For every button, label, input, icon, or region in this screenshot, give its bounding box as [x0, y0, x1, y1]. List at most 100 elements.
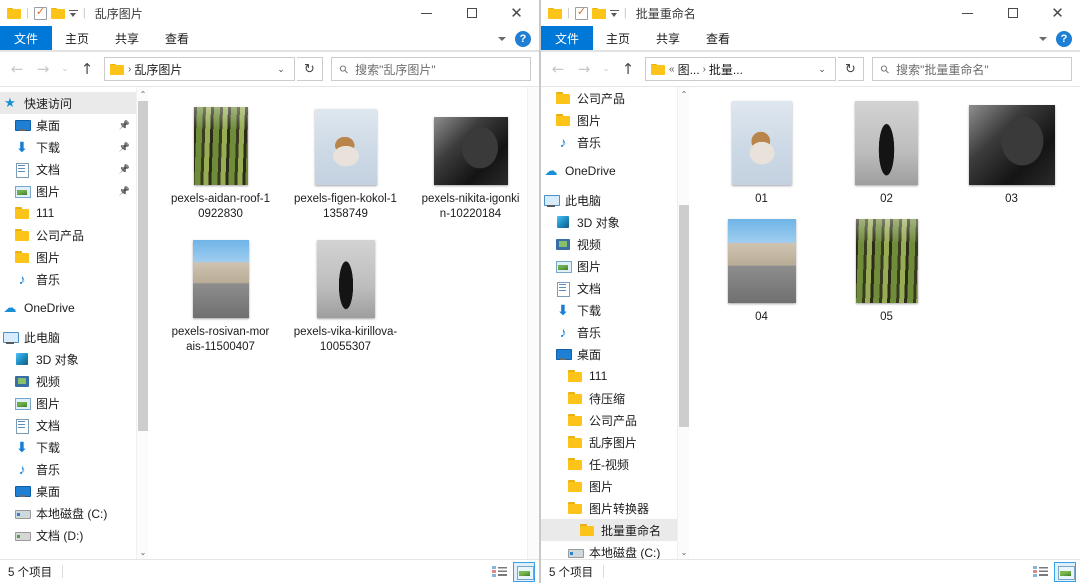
large-icons-view-button[interactable] — [513, 561, 535, 582]
sidebar-item-13[interactable]: 待压缩 — [541, 387, 677, 409]
properties-icon[interactable] — [33, 5, 47, 20]
customize-toolbar-icon[interactable] — [609, 8, 619, 19]
sidebar-item-14[interactable]: 公司产品 — [541, 409, 677, 431]
help-icon[interactable]: ? — [1056, 30, 1072, 47]
breadcrumb-item[interactable]: 批量... — [709, 61, 743, 78]
tab-view[interactable]: 查看 — [693, 26, 743, 51]
customize-toolbar-icon[interactable] — [68, 8, 78, 19]
file-grid-pane-right[interactable]: 01 02 03 04 05 — [689, 87, 1080, 559]
sidebar-item-14[interactable]: 文档 — [0, 414, 136, 436]
sidebar-item-0[interactable]: ★ 快速访问 — [0, 92, 136, 114]
search-input[interactable]: ⚲ 搜索"乱序图片" — [331, 57, 531, 81]
close-button[interactable]: ✕ — [1035, 0, 1080, 26]
file-item[interactable]: pexels-figen-kokol-11358749 — [283, 99, 408, 222]
title-bar[interactable]: | | 批量重命名 ✕ — [541, 0, 1080, 26]
tab-home[interactable]: 主页 — [593, 26, 643, 51]
file-item[interactable]: pexels-nikita-igonkin-10220184 — [408, 99, 533, 222]
file-item[interactable]: pexels-vika-kirillova-10055307 — [283, 232, 408, 355]
tab-share[interactable]: 共享 — [102, 26, 152, 51]
sidebar-item-11[interactable]: 桌面 — [541, 343, 677, 365]
sidebar-item-7[interactable]: 图片 — [0, 246, 136, 268]
scrollbar-thumb[interactable] — [138, 101, 148, 431]
title-bar[interactable]: | | 乱序图片 ✕ — [0, 0, 539, 26]
sidebar-item-4[interactable]: 此电脑 — [541, 189, 677, 211]
sidebar-item-11[interactable]: 3D 对象 — [0, 348, 136, 370]
sidebar-item-0[interactable]: 公司产品 — [541, 87, 677, 109]
file-item[interactable]: 01 — [699, 99, 824, 207]
file-item[interactable]: 05 — [824, 217, 949, 325]
maximize-button[interactable] — [449, 0, 494, 26]
properties-icon[interactable] — [574, 5, 588, 20]
chevron-down-icon[interactable] — [1039, 36, 1047, 41]
nav-scrollbar-right[interactable]: ⌃ ⌄ — [677, 87, 689, 559]
breadcrumb-overflow[interactable]: « — [669, 64, 675, 75]
sidebar-item-19[interactable]: 批量重命名 — [541, 519, 677, 541]
content-scrollbar-left[interactable] — [527, 87, 539, 559]
sidebar-item-15[interactable]: ⬇ 下载 — [0, 436, 136, 458]
pin-icon[interactable]: 📌 — [119, 164, 130, 175]
pin-icon[interactable]: 📌 — [119, 142, 130, 153]
folder-icon[interactable] — [548, 7, 562, 19]
sidebar-item-15[interactable]: 乱序图片 — [541, 431, 677, 453]
sidebar-item-8[interactable]: 文档 — [541, 277, 677, 299]
breadcrumb[interactable]: › 乱序图片 ⌄ — [104, 57, 295, 81]
sidebar-item-3[interactable]: 文档 📌 — [0, 158, 136, 180]
sidebar-item-18[interactable]: 本地磁盘 (C:) — [0, 502, 136, 524]
tab-file[interactable]: 文件 — [541, 26, 594, 51]
maximize-button[interactable] — [990, 0, 1035, 26]
file-grid-pane-left[interactable]: pexels-aidan-roof-10922830 pexels-figen-k… — [148, 87, 539, 559]
sidebar-item-12[interactable]: 111 — [541, 365, 677, 387]
chevron-down-icon[interactable] — [498, 36, 506, 41]
file-item[interactable]: pexels-aidan-roof-10922830 — [158, 99, 283, 222]
sidebar-item-2[interactable]: ♪ 音乐 — [541, 131, 677, 153]
sidebar-item-2[interactable]: ⬇ 下载 📌 — [0, 136, 136, 158]
search-input[interactable]: ⚲ 搜索"批量重命名" — [872, 57, 1072, 81]
sidebar-item-10[interactable]: 此电脑 — [0, 326, 136, 348]
pin-icon[interactable]: 📌 — [119, 120, 130, 131]
forward-button[interactable]: → — [572, 57, 596, 81]
sidebar-item-18[interactable]: 图片转换器 — [541, 497, 677, 519]
tab-share[interactable]: 共享 — [643, 26, 693, 51]
refresh-button[interactable]: ↻ — [297, 57, 323, 81]
details-view-button[interactable] — [488, 562, 510, 582]
nav-scrollbar-left[interactable]: ⌃ ⌄ — [136, 87, 148, 559]
sidebar-item-13[interactable]: 图片 — [0, 392, 136, 414]
sidebar-item-10[interactable]: ♪ 音乐 — [541, 321, 677, 343]
chevron-down-icon[interactable]: ⌄ — [811, 64, 833, 75]
minimize-button[interactable] — [404, 0, 449, 26]
sidebar-item-5[interactable]: 111 — [0, 202, 136, 224]
help-icon[interactable]: ? — [515, 30, 531, 47]
sidebar-item-17[interactable]: 图片 — [541, 475, 677, 497]
large-icons-view-button[interactable] — [1054, 561, 1076, 582]
sidebar-item-6[interactable]: 视频 — [541, 233, 677, 255]
recent-locations-icon[interactable]: ⌄ — [57, 57, 73, 81]
sidebar-item-12[interactable]: 视频 — [0, 370, 136, 392]
sidebar-item-8[interactable]: ♪ 音乐 — [0, 268, 136, 290]
pin-icon[interactable]: 📌 — [119, 186, 130, 197]
sidebar-item-5[interactable]: 3D 对象 — [541, 211, 677, 233]
minimize-button[interactable] — [945, 0, 990, 26]
sidebar-item-17[interactable]: 桌面 — [0, 480, 136, 502]
tab-file[interactable]: 文件 — [0, 26, 53, 51]
forward-button[interactable]: → — [31, 57, 55, 81]
close-button[interactable]: ✕ — [494, 0, 539, 26]
back-button[interactable]: ← — [5, 57, 29, 81]
sidebar-item-1[interactable]: 图片 — [541, 109, 677, 131]
tab-home[interactable]: 主页 — [52, 26, 102, 51]
file-item[interactable]: 03 — [949, 99, 1074, 207]
sidebar-item-16[interactable]: ♪ 音乐 — [0, 458, 136, 480]
details-view-button[interactable] — [1029, 562, 1051, 582]
sidebar-item-20[interactable]: 本地磁盘 (C:) — [541, 541, 677, 559]
sidebar-item-7[interactable]: 图片 — [541, 255, 677, 277]
up-button[interactable]: ↑ — [75, 57, 99, 81]
breadcrumb[interactable]: « 图... › 批量... ⌄ — [645, 57, 836, 81]
sidebar-item-19[interactable]: 文档 (D:) — [0, 524, 136, 546]
scrollbar-thumb[interactable] — [679, 205, 689, 427]
recent-locations-icon[interactable]: ⌄ — [598, 57, 614, 81]
sidebar-item-3[interactable]: ☁ OneDrive — [541, 160, 677, 182]
new-folder-icon[interactable] — [50, 7, 65, 19]
tab-view[interactable]: 查看 — [152, 26, 202, 51]
file-item[interactable]: pexels-rosivan-morais-11500407 — [158, 232, 283, 355]
folder-icon[interactable] — [7, 7, 21, 19]
sidebar-item-16[interactable]: 任-视频 — [541, 453, 677, 475]
